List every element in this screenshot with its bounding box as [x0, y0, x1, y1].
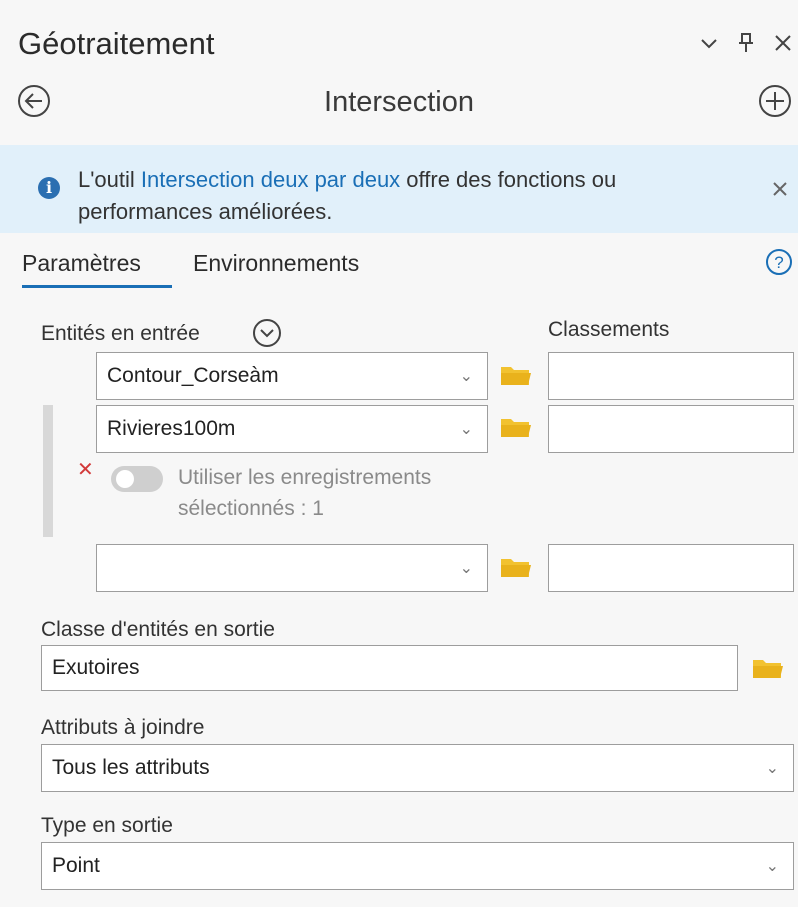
- chevron-down-icon: ⌄: [459, 560, 473, 577]
- remove-row-icon[interactable]: ✕: [77, 457, 94, 482]
- input-feature-select[interactable]: Contour_Corseàm ⌄: [96, 352, 488, 400]
- pin-icon[interactable]: [733, 30, 759, 56]
- tab-parametres[interactable]: Paramètres: [22, 250, 141, 277]
- output-class-label: Classe d'entités en sortie: [41, 618, 275, 641]
- ranks-label: Classements: [548, 318, 670, 341]
- svg-text:?: ?: [774, 253, 783, 272]
- chevron-down-icon: ⌄: [459, 421, 473, 438]
- output-type-value: Point: [52, 854, 100, 877]
- input-features-label: Entités en entrée: [41, 322, 200, 345]
- banner-text-start: L'outil: [78, 167, 141, 192]
- folder-icon[interactable]: [500, 414, 532, 440]
- chevron-down-icon: ⌄: [765, 858, 779, 875]
- close-icon[interactable]: [772, 176, 788, 204]
- folder-icon[interactable]: [500, 554, 532, 580]
- help-icon[interactable]: ?: [765, 248, 793, 276]
- input-feature-select[interactable]: Rivieres100m ⌄: [96, 405, 488, 453]
- chevron-down-icon: ⌄: [765, 760, 779, 777]
- join-attributes-label: Attributs à joindre: [41, 716, 205, 739]
- chevron-down-icon: ⌄: [459, 368, 473, 385]
- input-feature-select[interactable]: ⌄: [96, 544, 488, 592]
- close-icon[interactable]: [770, 30, 796, 56]
- output-class-value: Exutoires: [52, 656, 140, 679]
- rank-input[interactable]: [548, 352, 794, 400]
- plus-circle-icon[interactable]: [757, 83, 793, 119]
- tab-environnements[interactable]: Environnements: [193, 250, 359, 277]
- join-attributes-value: Tous les attributs: [52, 756, 210, 779]
- input-feature-value: Contour_Corseàm: [107, 364, 279, 387]
- folder-icon[interactable]: [500, 362, 532, 388]
- output-type-select[interactable]: Point ⌄: [41, 842, 794, 890]
- rank-input[interactable]: [548, 544, 794, 592]
- banner-message: L'outil Intersection deux par deux offre…: [78, 164, 738, 228]
- output-type-label: Type en sortie: [41, 814, 173, 837]
- selected-records-toggle[interactable]: [111, 466, 163, 492]
- tool-name: Intersection: [324, 86, 474, 118]
- toggle-knob: [116, 470, 134, 488]
- folder-icon[interactable]: [752, 655, 784, 681]
- rank-input[interactable]: [548, 405, 794, 453]
- join-attributes-select[interactable]: Tous les attributs ⌄: [41, 744, 794, 792]
- expand-chevron-icon[interactable]: [251, 317, 283, 349]
- selected-row-bar: [43, 405, 53, 537]
- chevron-down-icon[interactable]: [696, 30, 722, 56]
- banner-link[interactable]: Intersection deux par deux: [141, 167, 400, 192]
- info-icon: i: [38, 177, 60, 199]
- selected-records-label: Utiliser les enregistrements sélectionné…: [178, 466, 432, 520]
- output-class-input[interactable]: Exutoires: [41, 645, 738, 691]
- pane-title: Géotraitement: [18, 26, 215, 61]
- active-tab-indicator: [22, 285, 172, 288]
- input-feature-value: Rivieres100m: [107, 417, 236, 440]
